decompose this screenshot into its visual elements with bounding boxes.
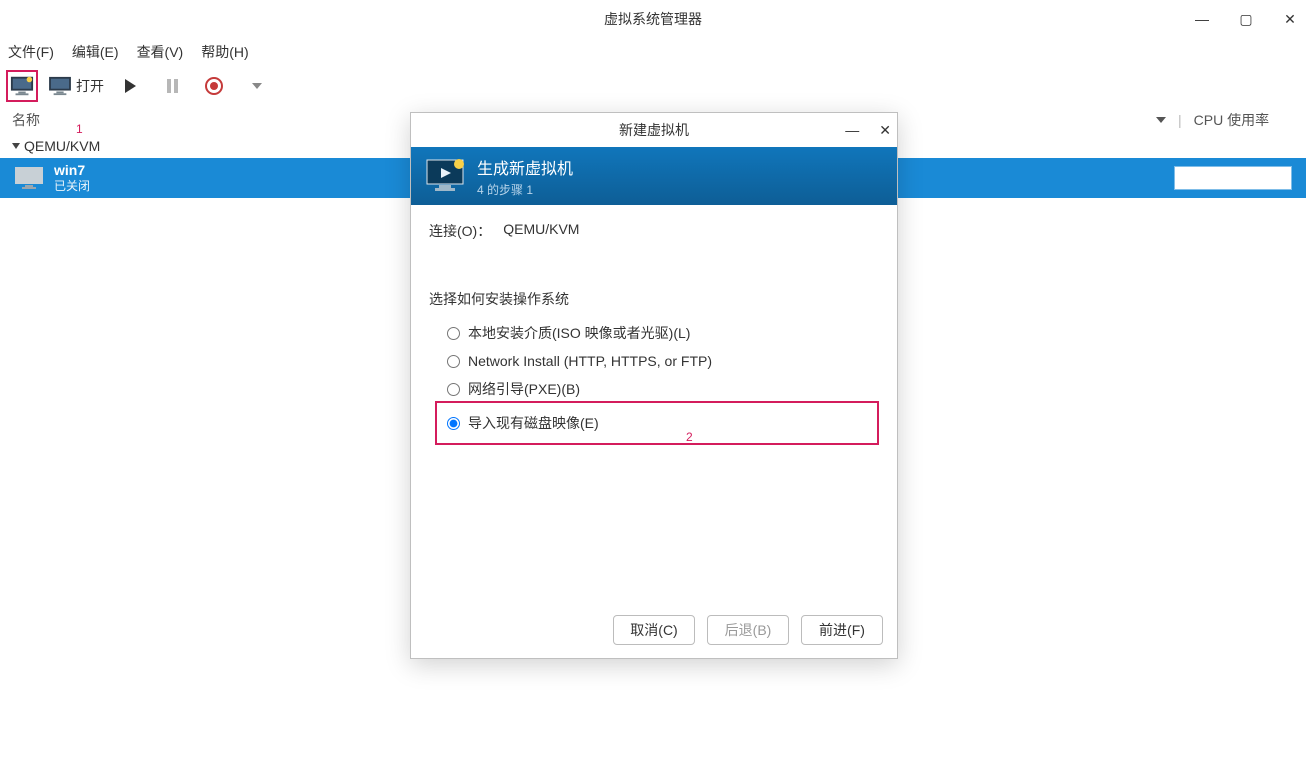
install-method-label: 选择如何安装操作系统	[429, 289, 879, 309]
back-button: 后退(B)	[707, 615, 789, 645]
monitor-new-icon	[10, 75, 34, 97]
dialog-body: 连接(O)： QEMU/KVM 选择如何安装操作系统 本地安装介质(ISO 映像…	[411, 205, 897, 602]
connection-field-label: 连接(O)：	[429, 221, 491, 241]
play-icon	[125, 79, 136, 93]
radio-network-install[interactable]: Network Install (HTTP, HTTPS, or FTP)	[447, 353, 879, 369]
radio-label: 导入现有磁盘映像(E)	[468, 413, 599, 433]
menu-help[interactable]: 帮助(H)	[201, 42, 248, 62]
connection-field-value: QEMU/KVM	[503, 221, 579, 241]
vm-icon	[12, 166, 46, 190]
dialog-footer: 取消(C) 后退(B) 前进(F)	[411, 602, 897, 658]
banner-step: 4 的步骤 1	[477, 181, 573, 198]
new-vm-dialog: 新建虚拟机 — ✕ 生成新虚拟机 4 的步骤 1 连接(O)： QEMU/KVM…	[410, 112, 898, 659]
sort-icon[interactable]	[1156, 117, 1166, 123]
highlighted-option: 导入现有磁盘映像(E)	[435, 401, 879, 445]
divider: |	[1178, 112, 1182, 128]
dialog-minimize-icon[interactable]: —	[845, 122, 859, 139]
connection-label: QEMU/KVM	[24, 138, 100, 154]
shutdown-button[interactable]	[198, 70, 230, 102]
maximize-icon[interactable]: ▢	[1236, 11, 1256, 28]
radio-input[interactable]	[447, 327, 460, 340]
radio-import-disk[interactable]: 导入现有磁盘映像(E)	[447, 413, 765, 433]
install-method-radios: 本地安装介质(ISO 映像或者光驱)(L) Network Install (H…	[429, 323, 879, 445]
menu-view[interactable]: 查看(V)	[137, 42, 184, 62]
radio-input[interactable]	[447, 383, 460, 396]
chevron-down-icon	[252, 83, 262, 89]
menu-bar: 文件(F) 编辑(E) 查看(V) 帮助(H)	[0, 38, 1306, 66]
minimize-icon[interactable]: —	[1192, 11, 1212, 27]
dialog-title: 新建虚拟机	[619, 120, 689, 140]
expand-icon[interactable]	[12, 143, 20, 149]
new-vm-button[interactable]	[6, 70, 38, 102]
window-titlebar: 虚拟系统管理器 — ▢ ✕	[0, 0, 1306, 38]
radio-label: Network Install (HTTP, HTTPS, or FTP)	[468, 353, 712, 369]
open-label: 打开	[76, 76, 104, 96]
vm-state: 已关闭	[54, 179, 90, 193]
open-button[interactable]: 打开	[48, 76, 104, 96]
close-icon[interactable]: ✕	[1280, 11, 1300, 28]
column-cpu[interactable]: CPU 使用率	[1194, 110, 1269, 130]
run-button[interactable]	[114, 70, 146, 102]
dialog-banner: 生成新虚拟机 4 的步骤 1	[411, 147, 897, 205]
banner-title: 生成新虚拟机	[477, 155, 573, 179]
shutdown-menu[interactable]	[240, 70, 272, 102]
window-title: 虚拟系统管理器	[604, 9, 702, 29]
radio-input[interactable]	[447, 355, 460, 368]
menu-file[interactable]: 文件(F)	[8, 42, 54, 62]
annotation-2: 2	[686, 430, 693, 444]
column-name[interactable]: 名称	[12, 110, 40, 130]
radio-label: 本地安装介质(ISO 映像或者光驱)(L)	[468, 323, 690, 343]
radio-local-media[interactable]: 本地安装介质(ISO 映像或者光驱)(L)	[447, 323, 879, 343]
pause-button[interactable]	[156, 70, 188, 102]
dialog-close-icon[interactable]: ✕	[879, 122, 891, 139]
banner-icon	[425, 158, 465, 194]
dialog-titlebar: 新建虚拟机 — ✕	[411, 113, 897, 147]
annotation-1: 1	[76, 122, 83, 136]
cancel-button[interactable]: 取消(C)	[613, 615, 695, 645]
toolbar: 打开	[0, 66, 1306, 106]
vm-name: win7	[54, 162, 90, 179]
monitor-icon	[48, 76, 72, 96]
pause-icon	[167, 79, 178, 93]
cpu-usage-graph	[1174, 166, 1292, 190]
radio-pxe[interactable]: 网络引导(PXE)(B)	[447, 379, 879, 399]
menu-edit[interactable]: 编辑(E)	[72, 42, 119, 62]
power-icon	[205, 77, 223, 95]
forward-button[interactable]: 前进(F)	[801, 615, 883, 645]
radio-input[interactable]	[447, 417, 460, 430]
radio-label: 网络引导(PXE)(B)	[468, 379, 580, 399]
